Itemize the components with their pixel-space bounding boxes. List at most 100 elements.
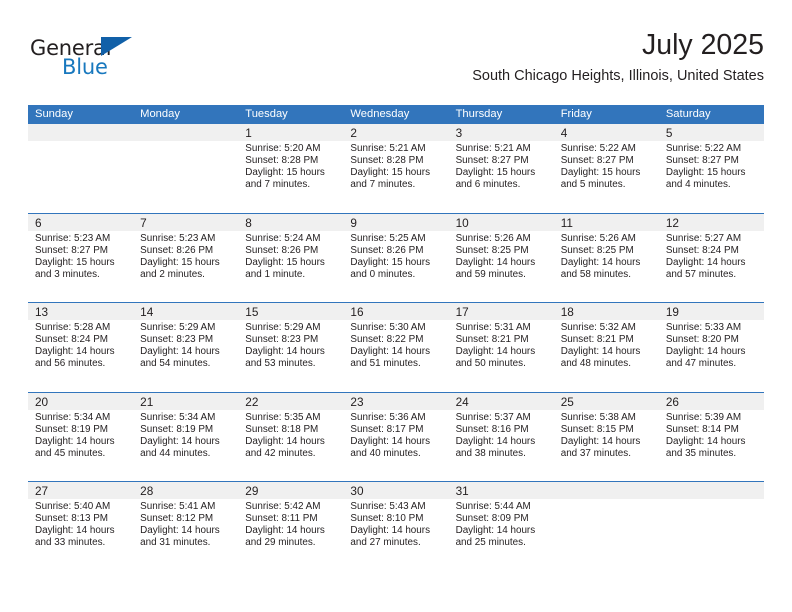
calendar-day-cell[interactable]: 18 Sunrise: 5:32 AM Sunset: 8:21 PM Dayligh… bbox=[553, 303, 659, 392]
day-sunrise-text: Sunrise: 5:21 AM bbox=[455, 143, 531, 154]
day-daylight-line2-text: and 7 minutes. bbox=[350, 179, 416, 191]
day-sun-info: Sunrise: 5:36 AM Sunset: 8:17 PM Daylight:… bbox=[343, 410, 448, 460]
day-sunrise-text: Sunrise: 5:21 AM bbox=[350, 143, 426, 154]
day-number: 4 bbox=[560, 126, 568, 140]
day-sun-info: Sunrise: 5:39 AM Sunset: 8:14 PM Daylight:… bbox=[659, 410, 764, 460]
calendar-day-cell[interactable]: 16 Sunrise: 5:30 AM Sunset: 8:22 PM Dayligh… bbox=[343, 303, 449, 392]
day-sunrise-text: Sunrise: 5:37 AM bbox=[455, 411, 531, 423]
weekday-header-monday: Monday bbox=[140, 108, 180, 120]
day-sunrise-text: Sunrise: 5:43 AM bbox=[350, 501, 426, 512]
calendar-day-cell[interactable]: 3 Sunrise: 5:21 AM Sunset: 8:27 PM Daylight… bbox=[448, 124, 554, 213]
day-daylight-line2-text: and 3 minutes. bbox=[35, 268, 100, 280]
calendar-day-cell[interactable]: 22 Sunrise: 5:35 AM Sunset: 8:18 PM Dayligh… bbox=[238, 392, 344, 481]
calendar-day-cell[interactable]: 24 Sunrise: 5:37 AM Sunset: 8:16 PM Dayligh… bbox=[448, 392, 554, 481]
day-daylight-line2-text: and 54 minutes. bbox=[140, 358, 211, 370]
day-sunrise-text: Sunrise: 5:29 AM bbox=[245, 322, 321, 333]
day-sunset-text: Sunset: 8:25 PM bbox=[560, 244, 634, 256]
calendar-day-cell[interactable]: 6 Sunrise: 5:23 AM Sunset: 8:27 PM Daylight… bbox=[28, 213, 134, 302]
calendar-day-cell[interactable]: 17 Sunrise: 5:31 AM Sunset: 8:21 PM Dayligh… bbox=[448, 303, 554, 392]
calendar-day-cell[interactable]: 25 Sunrise: 5:38 AM Sunset: 8:15 PM Dayligh… bbox=[553, 392, 659, 481]
day-sunset-text: Sunset: 8:21 PM bbox=[455, 334, 529, 346]
calendar-day-cell-empty bbox=[133, 124, 239, 213]
calendar-day-cell[interactable]: 2 Sunrise: 5:21 AM Sunset: 8:28 PM Daylight… bbox=[343, 124, 449, 213]
day-sunrise-text: Sunrise: 5:41 AM bbox=[140, 501, 216, 512]
calendar-day-cell[interactable]: 9 Sunrise: 5:25 AM Sunset: 8:26 PM Daylight… bbox=[343, 213, 449, 302]
day-daylight-line2-text: and 42 minutes. bbox=[245, 447, 316, 459]
day-daylight-line2-text: and 1 minute. bbox=[245, 268, 306, 280]
day-sunset-text: Sunset: 8:15 PM bbox=[560, 423, 634, 435]
day-sunset-text: Sunset: 8:26 PM bbox=[245, 244, 319, 256]
day-daylight-line2-text: and 33 minutes. bbox=[35, 537, 106, 549]
calendar-day-cell[interactable]: 7 Sunrise: 5:23 AM Sunset: 8:26 PM Daylight… bbox=[133, 213, 239, 302]
day-sun-info: Sunrise: 5:40 AM Sunset: 8:13 PM Daylight:… bbox=[28, 499, 133, 549]
day-daylight-line1-text: Daylight: 15 hours bbox=[560, 167, 641, 179]
day-number-strip: 14 bbox=[133, 303, 239, 320]
day-number-strip: 30 bbox=[343, 482, 449, 499]
day-daylight-line1-text: Daylight: 15 hours bbox=[35, 256, 115, 268]
calendar-day-cell[interactable]: 31 Sunrise: 5:44 AM Sunset: 8:09 PM Dayligh… bbox=[448, 482, 554, 571]
day-sun-info: Sunrise: 5:44 AM Sunset: 8:09 PM Daylight:… bbox=[449, 499, 554, 549]
calendar-day-cell[interactable]: 30 Sunrise: 5:43 AM Sunset: 8:10 PM Dayligh… bbox=[343, 482, 449, 571]
day-sun-info: Sunrise: 5:43 AM Sunset: 8:10 PM Daylight:… bbox=[343, 499, 448, 549]
day-number-strip: 2 bbox=[343, 124, 449, 141]
day-number: 20 bbox=[35, 394, 49, 409]
calendar-day-cell[interactable]: 21 Sunrise: 5:34 AM Sunset: 8:19 PM Dayligh… bbox=[133, 392, 239, 481]
calendar-day-cell[interactable]: 29 Sunrise: 5:42 AM Sunset: 8:11 PM Dayligh… bbox=[238, 482, 344, 571]
calendar-day-cell-empty bbox=[28, 124, 134, 213]
day-daylight-line1-text: Daylight: 15 hours bbox=[350, 167, 431, 179]
day-daylight-line1-text: Daylight: 14 hours bbox=[665, 256, 746, 268]
calendar-day-cell[interactable]: 1 Sunrise: 5:20 AM Sunset: 8:28 PM Daylight… bbox=[238, 124, 344, 213]
calendar-day-cell[interactable]: 5 Sunrise: 5:22 AM Sunset: 8:27 PM Daylight… bbox=[658, 124, 764, 213]
day-daylight-line2-text: and 59 minutes. bbox=[455, 268, 526, 280]
day-daylight-line2-text: and 38 minutes. bbox=[455, 447, 526, 459]
calendar-day-cell[interactable]: 10 Sunrise: 5:26 AM Sunset: 8:25 PM Dayligh… bbox=[448, 213, 554, 302]
day-number-strip: 21 bbox=[133, 392, 239, 410]
calendar-day-cell[interactable]: 20 Sunrise: 5:34 AM Sunset: 8:19 PM Dayligh… bbox=[28, 392, 134, 481]
day-number-strip: 26 bbox=[658, 392, 764, 410]
day-number: 8 bbox=[245, 215, 252, 230]
day-daylight-line1-text: Daylight: 14 hours bbox=[455, 435, 536, 447]
day-sunset-text: Sunset: 8:24 PM bbox=[35, 334, 109, 346]
day-sunrise-text: Sunrise: 5:42 AM bbox=[245, 501, 321, 512]
calendar-day-cell[interactable]: 13 Sunrise: 5:28 AM Sunset: 8:24 PM Dayligh… bbox=[28, 303, 134, 392]
day-daylight-line1-text: Daylight: 14 hours bbox=[560, 435, 641, 447]
calendar-page: General Blue July 2025 South Chicago Hei… bbox=[0, 0, 792, 612]
day-sunset-text: Sunset: 8:09 PM bbox=[455, 513, 529, 525]
day-number: 3 bbox=[455, 126, 463, 140]
day-sunrise-text: Sunrise: 5:35 AM bbox=[245, 411, 321, 423]
calendar-day-cell[interactable]: 26 Sunrise: 5:39 AM Sunset: 8:14 PM Dayligh… bbox=[658, 392, 764, 481]
calendar-week-row: 20 Sunrise: 5:34 AM Sunset: 8:19 PM Dayligh… bbox=[28, 391, 764, 481]
day-sun-info: Sunrise: 5:29 AM Sunset: 8:23 PM Daylight:… bbox=[238, 320, 343, 370]
day-sun-info: Sunrise: 5:37 AM Sunset: 8:16 PM Daylight:… bbox=[449, 410, 554, 460]
day-number: 2 bbox=[350, 126, 357, 140]
day-sunrise-text: Sunrise: 5:24 AM bbox=[245, 232, 321, 244]
day-number-strip: 9 bbox=[343, 213, 449, 231]
day-daylight-line2-text: and 57 minutes. bbox=[665, 268, 737, 280]
calendar-day-cell[interactable]: 15 Sunrise: 5:29 AM Sunset: 8:23 PM Dayligh… bbox=[238, 303, 344, 392]
calendar-day-cell[interactable]: 4 Sunrise: 5:22 AM Sunset: 8:27 PM Daylight… bbox=[553, 124, 659, 213]
calendar-day-cell[interactable]: 19 Sunrise: 5:33 AM Sunset: 8:20 PM Dayligh… bbox=[658, 303, 764, 392]
day-sunset-text: Sunset: 8:25 PM bbox=[455, 244, 529, 256]
day-number-strip: 22 bbox=[238, 392, 344, 410]
calendar-body: 1 Sunrise: 5:20 AM Sunset: 8:28 PM Daylight… bbox=[28, 124, 764, 571]
logo[interactable]: General Blue bbox=[30, 36, 180, 84]
day-daylight-line1-text: Daylight: 15 hours bbox=[140, 256, 220, 268]
day-sunset-text: Sunset: 8:19 PM bbox=[35, 423, 109, 435]
calendar-day-cell[interactable]: 14 Sunrise: 5:29 AM Sunset: 8:23 PM Dayligh… bbox=[133, 303, 239, 392]
calendar-day-cell[interactable]: 28 Sunrise: 5:41 AM Sunset: 8:12 PM Dayligh… bbox=[133, 482, 239, 571]
calendar-day-cell[interactable]: 8 Sunrise: 5:24 AM Sunset: 8:26 PM Daylight… bbox=[238, 213, 344, 302]
day-sunrise-text: Sunrise: 5:30 AM bbox=[350, 322, 426, 333]
calendar-day-cell[interactable]: 12 Sunrise: 5:27 AM Sunset: 8:24 PM Dayligh… bbox=[658, 213, 764, 302]
calendar-day-cell[interactable]: 27 Sunrise: 5:40 AM Sunset: 8:13 PM Dayligh… bbox=[28, 482, 134, 571]
day-sun-info: Sunrise: 5:33 AM Sunset: 8:20 PM Daylight:… bbox=[659, 320, 764, 370]
day-sunrise-text: Sunrise: 5:26 AM bbox=[560, 232, 636, 244]
day-number-strip: 4 bbox=[553, 124, 659, 141]
day-daylight-line1-text: Daylight: 14 hours bbox=[560, 346, 641, 358]
day-daylight-line1-text: Daylight: 15 hours bbox=[665, 167, 746, 179]
day-daylight-line1-text: Daylight: 14 hours bbox=[665, 435, 746, 447]
calendar-day-cell[interactable]: 23 Sunrise: 5:36 AM Sunset: 8:17 PM Dayligh… bbox=[343, 392, 449, 481]
day-number-strip: 23 bbox=[343, 392, 449, 410]
day-number-strip: 31 bbox=[448, 482, 554, 499]
day-sunrise-text: Sunrise: 5:39 AM bbox=[665, 411, 742, 423]
calendar-day-cell[interactable]: 11 Sunrise: 5:26 AM Sunset: 8:25 PM Dayligh… bbox=[553, 213, 659, 302]
